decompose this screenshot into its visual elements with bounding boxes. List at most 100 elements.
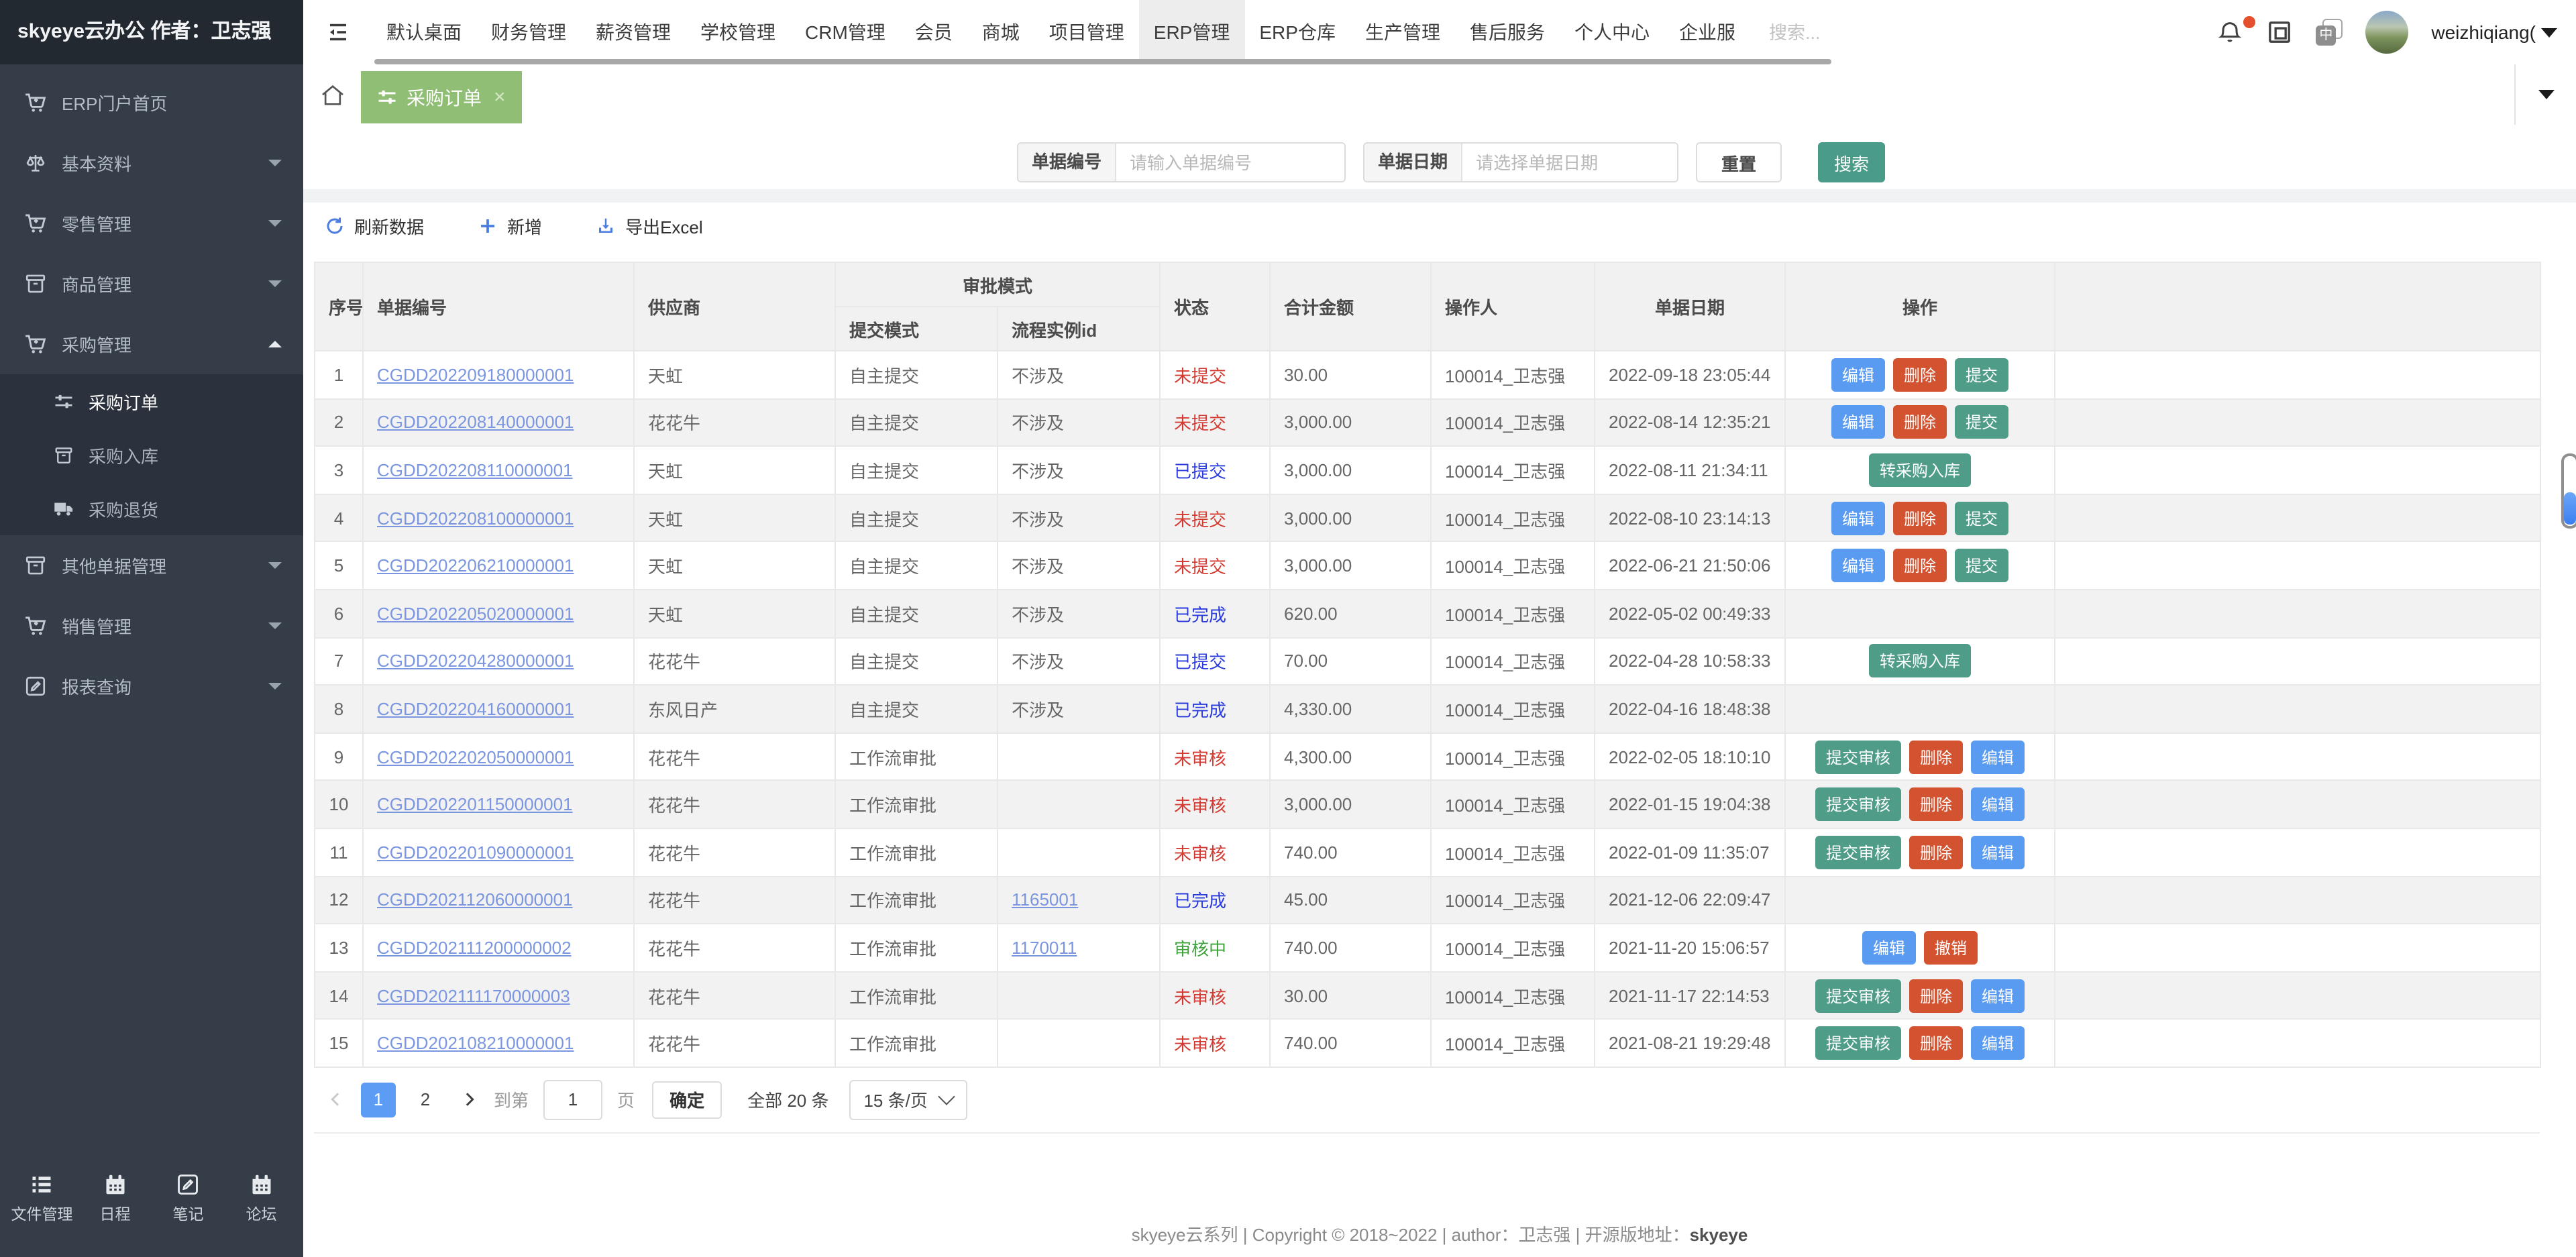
order-no-link[interactable]: CGDD202204160000001 xyxy=(377,699,574,719)
action-button-red[interactable]: 删除 xyxy=(1909,1026,1964,1060)
sidebar-subitem-1[interactable]: 采购订单 xyxy=(0,374,303,428)
action-button-blue[interactable]: 编辑 xyxy=(1831,358,1885,392)
nav-item-10[interactable]: ERP仓库 xyxy=(1244,0,1350,64)
sidebar-subitem-2[interactable]: 采购入库 xyxy=(0,428,303,482)
action-button-blue[interactable]: 编辑 xyxy=(1831,501,1885,535)
action-button-teal[interactable]: 提交审核 xyxy=(1815,1026,1901,1060)
nav-item-7[interactable]: 商城 xyxy=(967,0,1034,64)
order-no-link[interactable]: CGDD202209180000001 xyxy=(377,365,574,385)
action-button-teal[interactable]: 转采购入库 xyxy=(1869,453,1972,487)
sidebar-toggle-icon[interactable] xyxy=(326,20,350,44)
nav-item-8[interactable]: 项目管理 xyxy=(1034,0,1139,64)
goto-page-input[interactable] xyxy=(543,1079,603,1119)
nav-item-5[interactable]: CRM管理 xyxy=(790,0,900,64)
page-scrollbar[interactable] xyxy=(2561,453,2576,529)
action-button-blue[interactable]: 编辑 xyxy=(1862,930,1917,965)
action-button-red[interactable]: 删除 xyxy=(1893,549,1947,583)
action-button-red[interactable]: 删除 xyxy=(1909,740,1964,774)
order-no-link[interactable]: CGDD202204280000001 xyxy=(377,651,574,671)
page-size-select[interactable]: 15 条/页 xyxy=(849,1079,968,1119)
action-button-blue[interactable]: 编辑 xyxy=(1971,835,2025,869)
sidebar-shortcut-4[interactable]: 论坛 xyxy=(225,1172,298,1224)
sidebar-item-2[interactable]: 基本资料 xyxy=(0,133,303,193)
nav-item-13[interactable]: 个人中心 xyxy=(1560,0,1664,64)
flow-id-link[interactable]: 1170011 xyxy=(1012,938,1077,958)
footer-link[interactable]: skyeye xyxy=(1690,1225,1748,1245)
action-button-teal[interactable]: 转采购入库 xyxy=(1869,644,1972,678)
sidebar-item-5[interactable]: 采购管理 xyxy=(0,314,303,374)
order-date-input[interactable] xyxy=(1462,144,1678,181)
nav-item-9[interactable]: ERP管理 xyxy=(1138,0,1245,64)
nav-item-12[interactable]: 售后服务 xyxy=(1455,0,1560,64)
notifications-bell-icon[interactable] xyxy=(2216,16,2256,46)
order-no-link[interactable]: CGDD202201150000001 xyxy=(377,794,573,814)
order-no-link[interactable]: CGDD202202050000001 xyxy=(377,747,574,767)
user-avatar[interactable] xyxy=(2365,11,2409,54)
fullscreen-icon[interactable] xyxy=(2266,19,2293,46)
toolbar-plus-button[interactable]: 新增 xyxy=(478,213,542,238)
sidebar-item-3[interactable]: 零售管理 xyxy=(0,193,303,254)
order-no-link[interactable]: CGDD202111170000003 xyxy=(377,985,570,1005)
page-number-1[interactable]: 1 xyxy=(361,1082,396,1117)
action-button-red[interactable]: 删除 xyxy=(1893,358,1947,392)
order-no-input[interactable] xyxy=(1116,144,1345,181)
nav-item-1[interactable]: 默认桌面 xyxy=(372,0,476,64)
sidebar-item-7[interactable]: 销售管理 xyxy=(0,596,303,656)
order-no-link[interactable]: CGDD202112060000001 xyxy=(377,890,573,910)
sidebar-item-8[interactable]: 报表查询 xyxy=(0,656,303,716)
sidebar-item-6[interactable]: 其他单据管理 xyxy=(0,535,303,596)
prev-page-button[interactable] xyxy=(322,1086,349,1113)
language-switch-icon[interactable]: 中 xyxy=(2316,19,2343,46)
action-button-teal[interactable]: 提交 xyxy=(1955,549,2009,583)
order-no-link[interactable]: CGDD202111200000002 xyxy=(377,938,572,958)
nav-item-14[interactable]: 企业服 xyxy=(1664,0,1750,64)
toolbar-refresh-button[interactable]: 刷新数据 xyxy=(325,213,424,238)
nav-item-2[interactable]: 财务管理 xyxy=(476,0,581,64)
action-button-red[interactable]: 删除 xyxy=(1909,835,1964,869)
user-menu[interactable]: weizhiqiang( xyxy=(2431,21,2557,43)
sidebar-subitem-3[interactable]: 采购退货 xyxy=(0,482,303,535)
reset-button[interactable]: 重置 xyxy=(1696,142,1782,182)
action-button-red[interactable]: 删除 xyxy=(1909,787,1964,822)
order-no-link[interactable]: CGDD202108210000001 xyxy=(377,1033,574,1053)
action-button-teal[interactable]: 提交审核 xyxy=(1815,787,1901,822)
order-no-link[interactable]: CGDD202208110000001 xyxy=(377,460,573,480)
sidebar-shortcut-1[interactable]: 文件管理 xyxy=(5,1172,78,1224)
action-button-red[interactable]: 删除 xyxy=(1893,501,1947,535)
order-no-link[interactable]: CGDD202206210000001 xyxy=(377,555,574,576)
sidebar-item-4[interactable]: 商品管理 xyxy=(0,254,303,314)
action-button-blue[interactable]: 编辑 xyxy=(1971,1026,2025,1060)
nav-item-4[interactable]: 学校管理 xyxy=(686,0,790,64)
action-button-red[interactable]: 删除 xyxy=(1909,979,1964,1013)
action-button-blue[interactable]: 编辑 xyxy=(1971,740,2025,774)
toolbar-download-button[interactable]: 导出Excel xyxy=(596,213,703,238)
tab-list-button[interactable] xyxy=(2514,64,2576,125)
action-button-teal[interactable]: 提交审核 xyxy=(1815,979,1901,1013)
search-button[interactable]: 搜索 xyxy=(1818,142,1886,182)
order-no-link[interactable]: CGDD202205020000001 xyxy=(377,604,574,624)
action-button-teal[interactable]: 提交 xyxy=(1955,501,2009,535)
action-button-teal[interactable]: 提交审核 xyxy=(1815,835,1901,869)
goto-confirm-button[interactable]: 确定 xyxy=(652,1081,722,1118)
action-button-teal[interactable]: 提交审核 xyxy=(1815,740,1901,774)
nav-item-3[interactable]: 薪资管理 xyxy=(581,0,686,64)
tab-purchase-orders[interactable]: 采购订单 × xyxy=(361,71,522,123)
next-page-button[interactable] xyxy=(455,1086,482,1113)
page-scrollbar-thumb[interactable] xyxy=(2564,492,2576,525)
action-button-blue[interactable]: 编辑 xyxy=(1971,979,2025,1013)
sidebar-shortcut-2[interactable]: 日程 xyxy=(78,1172,152,1224)
sidebar-item-1[interactable]: ERP门户首页 xyxy=(0,72,303,133)
order-no-link[interactable]: CGDD202208140000001 xyxy=(377,413,574,433)
page-number-2[interactable]: 2 xyxy=(408,1082,443,1117)
action-button-blue[interactable]: 编辑 xyxy=(1831,549,1885,583)
sidebar-shortcut-3[interactable]: 笔记 xyxy=(152,1172,225,1224)
action-button-blue[interactable]: 编辑 xyxy=(1831,405,1885,439)
nav-item-6[interactable]: 会员 xyxy=(900,0,967,64)
action-button-red[interactable]: 删除 xyxy=(1893,405,1947,439)
tab-close-icon[interactable]: × xyxy=(494,86,506,109)
nav-scrollbar[interactable] xyxy=(374,59,1831,64)
global-search-input[interactable] xyxy=(1766,21,1919,44)
action-button-blue[interactable]: 编辑 xyxy=(1971,787,2025,822)
order-no-link[interactable]: CGDD202201090000001 xyxy=(377,842,574,862)
action-button-red[interactable]: 撤销 xyxy=(1924,930,1978,965)
